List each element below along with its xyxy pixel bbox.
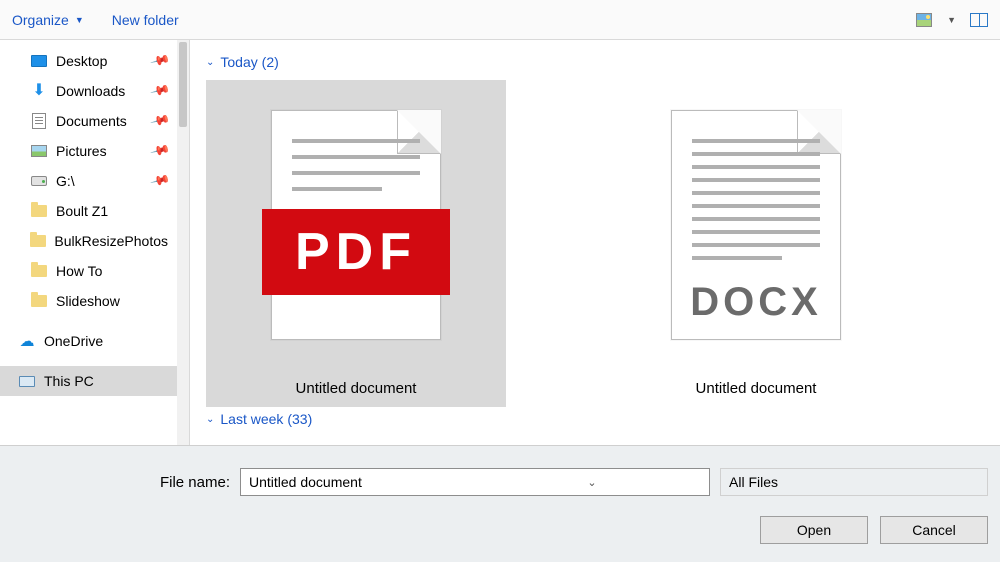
sidebar-item-folder[interactable]: Slideshow (0, 286, 178, 316)
pin-icon: 📌 (149, 110, 171, 132)
filename-value: Untitled document (241, 474, 475, 490)
chevron-down-icon[interactable]: ⌄ (475, 476, 709, 489)
filter-value: All Files (729, 474, 778, 490)
pin-icon: 📌 (149, 140, 171, 162)
sidebar-item-label: OneDrive (44, 333, 103, 349)
bottom-panel: File name: Untitled document ⌄ All Files… (0, 445, 1000, 562)
chevron-down-icon: ⌄ (206, 57, 214, 68)
sidebar-item-downloads[interactable]: ⬇ Downloads 📌 (0, 76, 178, 106)
sidebar-item-folder[interactable]: How To (0, 256, 178, 286)
download-icon: ⬇ (30, 83, 48, 99)
preview-pane-icon[interactable] (970, 11, 988, 29)
pdf-badge: PDF (262, 209, 450, 295)
file-list: ⌄ Today (2) PDF Untitled document (190, 40, 1000, 445)
sidebar-item-label: Boult Z1 (56, 203, 108, 219)
pdf-file-icon: PDF (271, 110, 441, 340)
sidebar-item-folder[interactable]: Boult Z1 (0, 196, 178, 226)
toolbar: Organize ▼ New folder ▼ (0, 0, 1000, 40)
folder-icon (30, 203, 48, 219)
drive-icon (30, 173, 48, 189)
pin-icon: 📌 (149, 50, 171, 72)
sidebar-item-label: G:\ (56, 173, 75, 189)
sidebar-item-label: This PC (44, 373, 94, 389)
file-name: Untitled document (296, 380, 417, 407)
sidebar-scrollbar[interactable] (177, 40, 189, 445)
sidebar-item-label: Documents (56, 113, 127, 129)
open-button[interactable]: Open (760, 516, 868, 544)
sidebar-item-onedrive[interactable]: ☁ OneDrive (0, 326, 178, 356)
sidebar-item-drive-g[interactable]: G:\ 📌 (0, 166, 178, 196)
cancel-button[interactable]: Cancel (880, 516, 988, 544)
chevron-down-icon: ⌄ (206, 414, 214, 425)
pictures-icon (30, 143, 48, 159)
docx-file-icon: DOCX (671, 110, 841, 340)
sidebar-item-label: Slideshow (56, 293, 120, 309)
sidebar-item-documents[interactable]: Documents 📌 (0, 106, 178, 136)
pc-icon (18, 373, 36, 389)
sidebar-item-pictures[interactable]: Pictures 📌 (0, 136, 178, 166)
file-name: Untitled document (696, 380, 817, 407)
group-header-lastweek[interactable]: ⌄ Last week (33) (206, 411, 1000, 427)
navigation-pane: Desktop 📌 ⬇ Downloads 📌 Documents 📌 Pict… (0, 40, 190, 445)
file-item-docx[interactable]: DOCX Untitled document (606, 80, 906, 407)
new-folder-button[interactable]: New folder (112, 12, 179, 28)
folder-icon (30, 263, 48, 279)
sidebar-item-this-pc[interactable]: This PC (0, 366, 178, 396)
desktop-icon (30, 53, 48, 69)
organize-label: Organize (12, 12, 69, 28)
sidebar-item-label: Downloads (56, 83, 125, 99)
group-label: Last week (33) (220, 411, 312, 427)
sidebar-item-label: How To (56, 263, 102, 279)
file-item-pdf[interactable]: PDF Untitled document (206, 80, 506, 407)
sidebar-item-label: BulkResizePhotos (54, 233, 168, 249)
folder-icon (30, 293, 48, 309)
filename-label: File name: (0, 474, 230, 491)
folder-icon (30, 233, 46, 249)
docx-badge: DOCX (672, 280, 840, 325)
sidebar-item-folder[interactable]: BulkResizePhotos (0, 226, 178, 256)
chevron-down-icon: ▼ (75, 15, 84, 25)
group-header-today[interactable]: ⌄ Today (2) (206, 54, 1000, 70)
organize-menu[interactable]: Organize ▼ (12, 12, 84, 28)
pin-icon: 📌 (149, 170, 171, 192)
group-label: Today (2) (220, 54, 278, 70)
filename-combobox[interactable]: Untitled document ⌄ (240, 468, 710, 496)
pin-icon: 📌 (149, 80, 171, 102)
document-icon (30, 113, 48, 129)
view-thumbnails-icon[interactable] (915, 11, 933, 29)
onedrive-icon: ☁ (18, 333, 36, 349)
sidebar-item-label: Desktop (56, 53, 107, 69)
file-type-filter[interactable]: All Files (720, 468, 988, 496)
view-dropdown-icon[interactable]: ▼ (947, 15, 956, 25)
sidebar-item-label: Pictures (56, 143, 107, 159)
sidebar-item-desktop[interactable]: Desktop 📌 (0, 46, 178, 76)
